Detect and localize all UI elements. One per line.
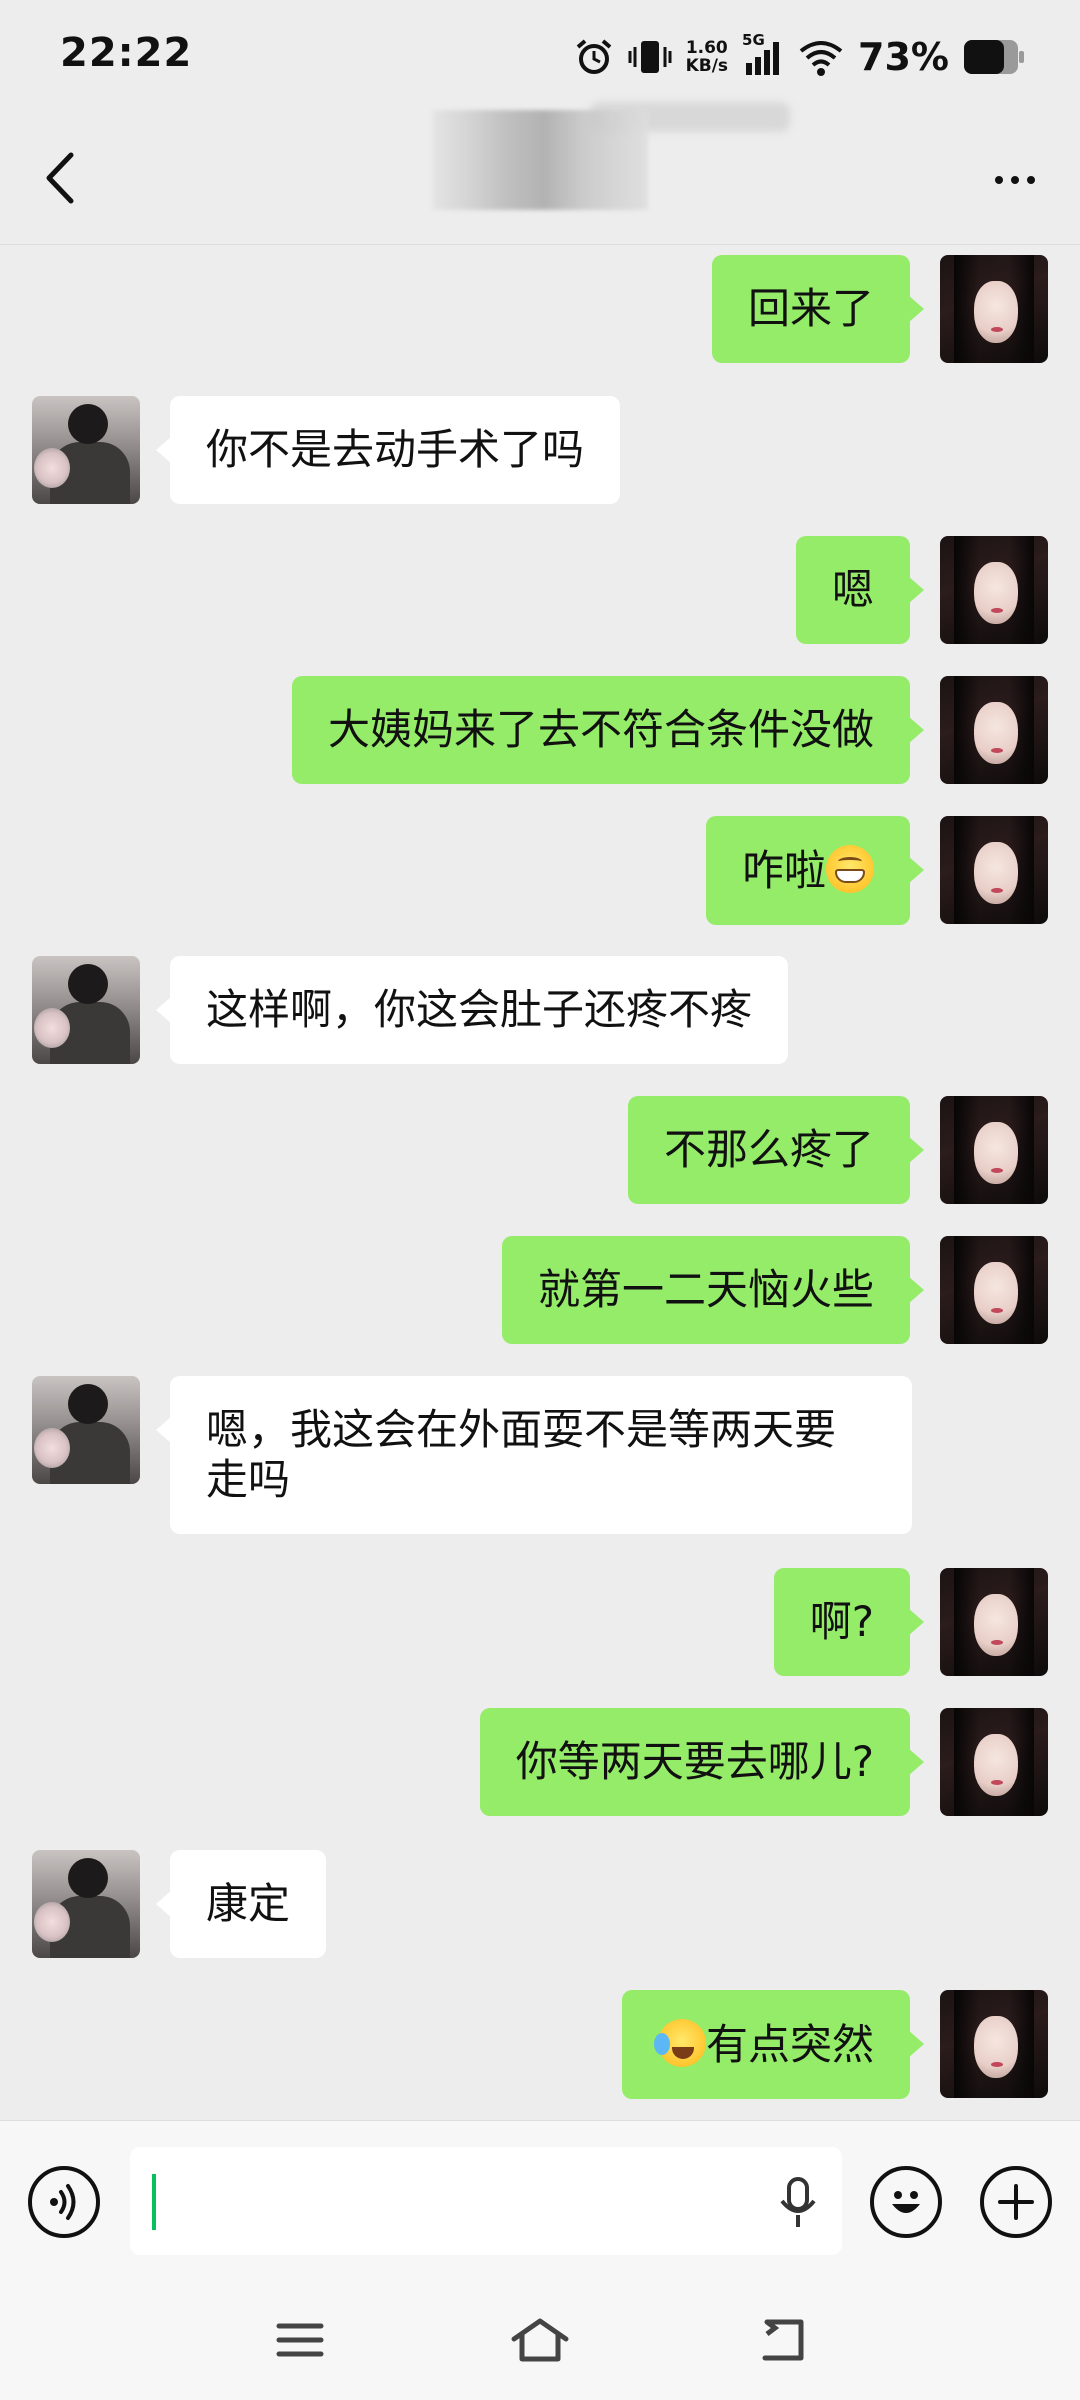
vibrate-icon (628, 37, 672, 77)
emoji-button[interactable] (870, 2166, 942, 2238)
message-bubble-sent[interactable]: 就第一二天恼火些 (501, 1236, 925, 1344)
message-bubble-sent[interactable]: 嗯 (795, 536, 925, 644)
battery-icon (963, 39, 1025, 75)
my-avatar[interactable] (940, 676, 1048, 784)
system-back-button[interactable] (745, 2310, 815, 2370)
system-nav-bar (0, 2280, 1080, 2400)
contact-avatar[interactable] (32, 1850, 140, 1958)
wifi-icon (798, 37, 844, 77)
more-dots-icon (1011, 176, 1019, 184)
my-avatar[interactable] (940, 1236, 1048, 1344)
more-dots-icon (1027, 176, 1035, 184)
message-bubble-received[interactable]: 康定 (155, 1850, 327, 1958)
contact-avatar[interactable] (32, 396, 140, 504)
more-button[interactable] (980, 150, 1050, 210)
my-avatar[interactable] (940, 1708, 1048, 1816)
contact-name-redacted (432, 110, 648, 210)
voice-icon (50, 2184, 76, 2220)
home-icon (511, 2318, 569, 2362)
my-avatar[interactable] (940, 816, 1048, 924)
contact-avatar[interactable] (32, 1376, 140, 1484)
message-list[interactable]: 回来了 你不是去动手术了吗 嗯 大姨妈来了去不符合条件没做 咋啦 这样啊，你这会… (0, 245, 1080, 2120)
message-bubble-sent[interactable]: 回来了 (711, 255, 925, 363)
net-speed-value: 1.60 (685, 38, 728, 58)
text-caret (152, 2174, 156, 2230)
message-bubble-sent[interactable]: 大姨妈来了去不符合条件没做 (291, 676, 925, 784)
net-speed-unit: KB/s (685, 56, 729, 76)
chevron-left-icon (46, 152, 74, 204)
grinning-emoji-icon (826, 845, 874, 893)
plus-icon (998, 2184, 1034, 2220)
message-bubble-received[interactable]: 嗯，我这会在外面耍不是等两天要走吗 (156, 1376, 912, 1534)
message-bubble-sent[interactable]: 不那么疼了 (627, 1096, 925, 1204)
my-avatar[interactable] (940, 1568, 1048, 1676)
my-avatar[interactable] (940, 1096, 1048, 1204)
more-actions-button[interactable] (980, 2166, 1052, 2238)
more-dots-icon (995, 176, 1003, 184)
contact-avatar[interactable] (32, 956, 140, 1064)
alarm-icon (574, 37, 614, 77)
net-speed: 1.60 KB/s (686, 39, 728, 75)
my-avatar[interactable] (940, 536, 1048, 644)
chat-header (0, 102, 1080, 245)
status-icons: 1.60 KB/s 5G 73% (574, 30, 1025, 84)
my-avatar[interactable] (940, 255, 1048, 363)
signal-icon: 5G (742, 31, 784, 77)
message-input[interactable] (130, 2147, 842, 2255)
message-bubble-received[interactable]: 你不是去动手术了吗 (155, 396, 621, 504)
message-text: 有点突然 (705, 2020, 874, 2069)
battery-percent: 73% (858, 35, 949, 79)
message-bubble-sent[interactable]: 啊? (773, 1568, 925, 1676)
status-bar: 22:22 1.60 KB/s 5G 73% (0, 0, 1080, 110)
input-bar (0, 2120, 1080, 2281)
home-button[interactable] (505, 2310, 575, 2370)
emoji-icon (892, 2191, 920, 2213)
back-button[interactable] (30, 138, 90, 218)
status-time: 22:22 (60, 30, 193, 76)
laughing-crying-emoji-icon (653, 2019, 706, 2067)
voice-toggle-button[interactable] (28, 2166, 100, 2238)
menu-icon (276, 2323, 324, 2357)
message-bubble-sent[interactable]: 你等两天要去哪儿? (479, 1708, 925, 1816)
message-bubble-received[interactable]: 这样啊，你这会肚子还疼不疼 (155, 956, 789, 1064)
recent-apps-button[interactable] (265, 2310, 335, 2370)
signal-label: 5G (742, 31, 765, 49)
my-avatar[interactable] (940, 1990, 1048, 2098)
mic-icon[interactable] (776, 2175, 820, 2231)
message-text: 咋啦 (741, 846, 826, 895)
back-icon (762, 2319, 804, 2361)
message-bubble-sent[interactable]: 有点突然 (621, 1990, 925, 2099)
message-bubble-sent[interactable]: 咋啦 (705, 816, 925, 925)
